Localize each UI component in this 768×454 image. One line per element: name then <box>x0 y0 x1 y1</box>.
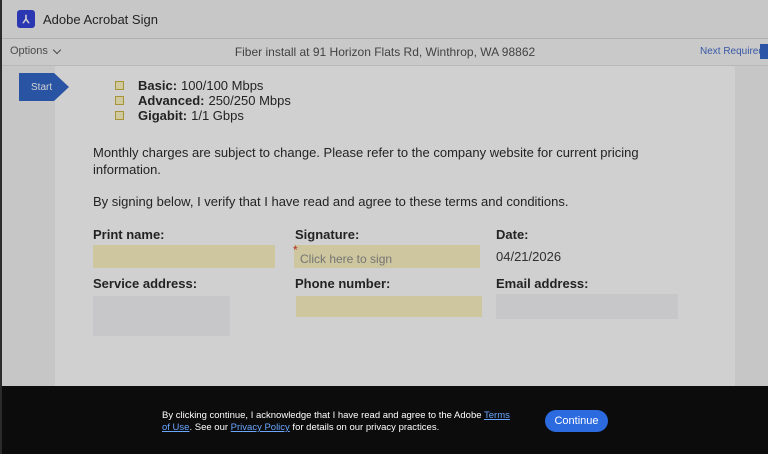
continue-button[interactable]: Continue <box>545 410 608 432</box>
consent-text-end: for details on our privacy practices. <box>289 422 440 433</box>
privacy-policy-link[interactable]: Privacy Policy <box>231 422 290 433</box>
modal-dim-overlay <box>2 0 768 386</box>
consent-text: By clicking continue, I acknowledge that… <box>162 410 512 434</box>
consent-text-middle: . See our <box>189 422 231 433</box>
consent-text-start: By clicking continue, I acknowledge that… <box>162 410 484 421</box>
